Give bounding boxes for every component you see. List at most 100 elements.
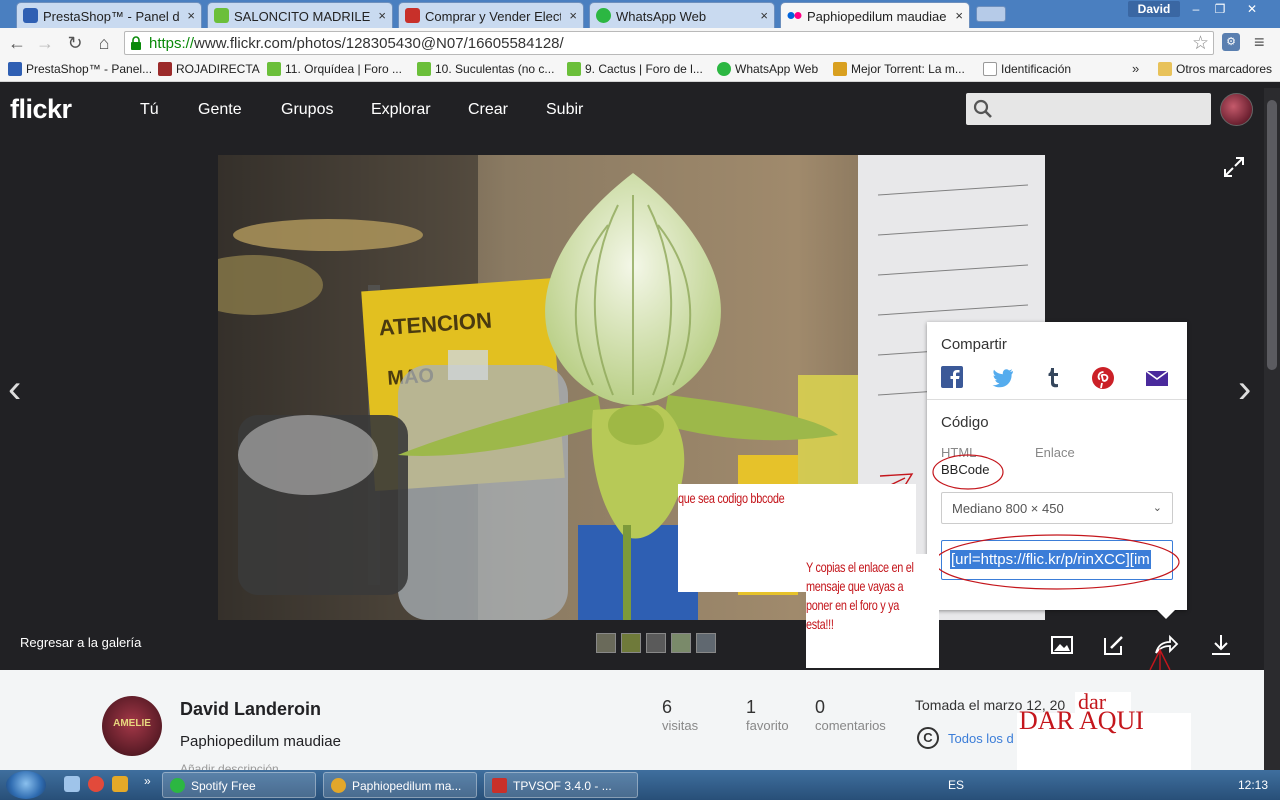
bookmark-prestashop[interactable]: PrestaShop™ - Panel... [8,62,152,76]
user-avatar[interactable] [1220,93,1253,126]
nav-crear[interactable]: Crear [468,101,508,119]
twitter-icon[interactable] [991,366,1015,390]
orchid-icon [567,62,581,76]
rojadirecta-icon [158,62,172,76]
flickr-logo[interactable]: flickr [10,94,72,125]
bookmarks-overflow-icon[interactable]: » [1132,61,1139,76]
back-to-gallery-link[interactable]: Regresar a la galería [20,635,141,650]
next-photo-arrow-icon[interactable]: › [1238,367,1251,412]
thumbnail[interactable] [696,633,716,653]
tab-label: WhatsApp Web [616,9,707,24]
window-close-icon[interactable]: ✕ [1240,1,1264,17]
photo-title: Paphiopedilum maudiae [180,733,341,750]
nav-gente[interactable]: Gente [198,101,242,119]
owner-avatar-text: AMELIE [113,718,151,729]
taskbar-chrome-window[interactable]: Paphiopedilum ma... [323,772,477,798]
browser-tab-whatsapp[interactable]: WhatsApp Web × [589,2,775,28]
license-link[interactable]: Todos los d [948,731,1014,746]
facebook-icon[interactable] [941,366,965,390]
nav-grupos[interactable]: Grupos [281,101,333,119]
owner-name-link[interactable]: David Landeroin [180,699,321,720]
tumblr-icon[interactable] [1041,366,1065,390]
edit-icon[interactable] [1101,632,1127,658]
browser-tab-saloncito[interactable]: SALONCITO MADRILEÑO × [207,2,393,28]
annotation-bbcode-note: que sea codigo bbcode [678,490,785,506]
nav-subir[interactable]: Subir [546,101,583,119]
photostream-thumbnails [596,633,721,653]
minimize-icon[interactable]: – [1184,1,1208,17]
reload-icon[interactable]: ↻ [64,32,86,54]
chrome-icon[interactable] [88,776,104,792]
input-language[interactable]: ES [948,778,964,792]
browser-tab-prestashop[interactable]: PrestaShop™ - Panel de ac × [16,2,202,28]
page-scrollbar[interactable] [1264,88,1280,770]
thumbnail[interactable] [621,633,641,653]
pinterest-icon[interactable] [1091,366,1115,390]
bookmark-rojadirecta[interactable]: ROJADIRECTA [158,62,260,76]
shop-favicon-icon [405,8,420,23]
close-icon[interactable]: × [569,8,577,23]
code-title: Código [941,414,989,431]
download-icon[interactable] [1208,632,1234,658]
taskbar-spotify[interactable]: Spotify Free [162,772,316,798]
browser-menu-icon[interactable]: ≡ [1254,32,1265,53]
fullscreen-icon[interactable] [1222,155,1246,179]
orchid-photo: ATENCION MAO [218,155,1045,620]
bookmark-suculentas[interactable]: 10. Suculentas (no c... [417,62,554,76]
folder-icon [1158,62,1172,76]
code-tab-link[interactable]: Enlace [1035,445,1075,460]
taskbar-tpvsof[interactable]: TPVSOF 3.4.0 - ... [484,772,638,798]
home-icon[interactable]: ⌂ [93,32,115,54]
browser-tab-flickr[interactable]: Paphiopedilum maudiae | × [780,2,970,28]
share-code-field[interactable]: [url=https://flic.kr/p/rinXCC][im [941,540,1173,580]
thumbnail[interactable] [596,633,616,653]
close-icon[interactable]: × [955,8,963,23]
code-tab-bbcode[interactable]: BBCode [941,462,989,477]
views-count: 6 [662,697,673,717]
start-button[interactable] [6,771,46,799]
quicklaunch-more-icon[interactable]: » [144,774,151,788]
email-icon[interactable] [1145,366,1169,390]
owner-avatar[interactable]: AMELIE [102,696,162,756]
nav-explorar[interactable]: Explorar [371,101,431,119]
system-clock[interactable]: 12:13 [1238,778,1268,792]
bookmark-other[interactable]: Otros marcadores [1158,62,1272,76]
search-input[interactable] [966,93,1211,125]
bookmark-orquidea[interactable]: 11. Orquídea | Foro ... [267,62,402,76]
prestashop-icon [8,62,22,76]
image-size-select[interactable]: Mediano 800 × 450 ⌄ [941,492,1173,524]
close-icon[interactable]: × [187,8,195,23]
previous-photo-arrow-icon[interactable]: ‹ [8,367,21,412]
close-icon[interactable]: × [378,8,386,23]
share-icon[interactable] [1153,632,1179,658]
orchid-favicon-icon [214,8,229,23]
thumbnail[interactable] [671,633,691,653]
bookmark-identificacion[interactable]: Identificación [983,62,1071,76]
browser-user-badge[interactable]: David [1128,1,1180,17]
bookmark-torrent[interactable]: Mejor Torrent: La m... [833,62,965,76]
address-bar[interactable]: https://www.flickr.com/photos/128305430@… [124,31,1214,55]
bookmark-whatsapp[interactable]: WhatsApp Web [717,62,818,76]
bookmark-star-icon[interactable]: ☆ [1192,32,1209,55]
scrollbar-thumb[interactable] [1267,100,1277,370]
browser-tab-comprar[interactable]: Comprar y Vender Electró × [398,2,584,28]
thumbnail[interactable] [646,633,666,653]
bookmark-cactus[interactable]: 9. Cactus | Foro de l... [567,62,703,76]
back-arrow-icon[interactable]: ← [6,32,28,54]
show-desktop-icon[interactable] [64,776,80,792]
code-tab-html[interactable]: HTML [941,445,976,460]
maximize-icon[interactable]: ❐ [1208,1,1232,17]
page-icon [983,62,997,76]
image-sizes-icon[interactable] [1049,632,1075,658]
image-size-value: Mediano 800 × 450 [952,501,1064,516]
new-tab-button[interactable] [976,6,1006,22]
close-icon[interactable]: × [760,8,768,23]
media-player-icon[interactable] [112,776,128,792]
share-title: Compartir [941,336,1007,353]
chrome-icon [331,778,346,793]
share-panel-pointer [1157,610,1175,619]
nav-tu[interactable]: Tú [140,101,159,119]
extension-icon[interactable]: ⚙ [1222,33,1240,51]
comments-label: comentarios [815,718,886,733]
forward-arrow-icon[interactable]: → [34,32,56,54]
